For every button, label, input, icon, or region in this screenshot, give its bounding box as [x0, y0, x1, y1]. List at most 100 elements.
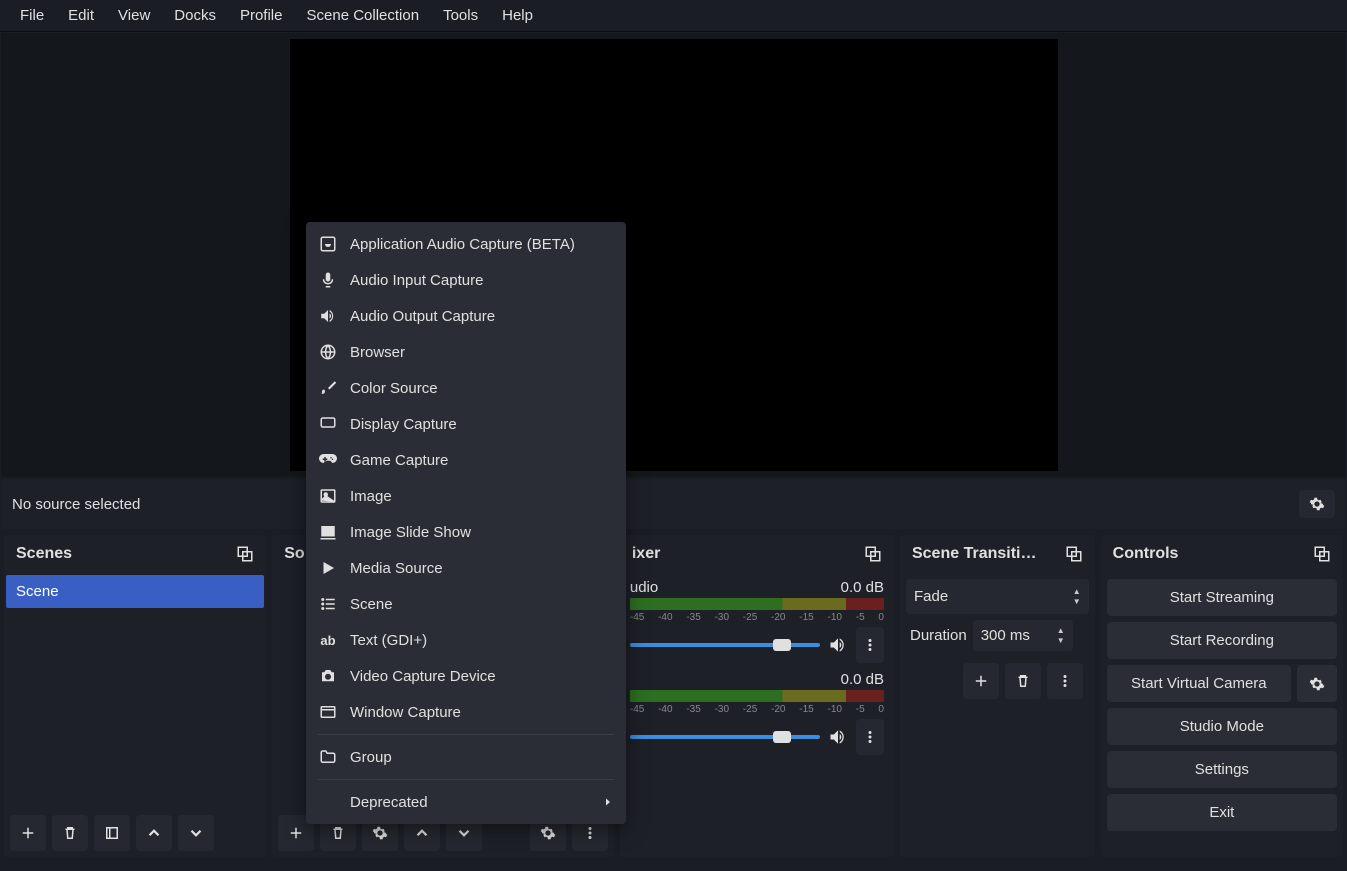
- context-menu-separator: [318, 734, 614, 735]
- scene-filters-button[interactable]: [94, 815, 130, 851]
- ctx-image[interactable]: Image: [306, 478, 626, 514]
- mixer-channel-name: udio: [630, 579, 658, 596]
- mixer-channel: 0.0 dB -45-40-35-30-25-20-15-10-50: [622, 667, 892, 759]
- menu-profile[interactable]: Profile: [228, 3, 295, 28]
- scenes-dock: Scenes Scene: [4, 535, 266, 857]
- ctx-game-capture[interactable]: Game Capture: [306, 442, 626, 478]
- delete-transition-button[interactable]: [1005, 663, 1041, 699]
- menu-docks[interactable]: Docks: [162, 3, 228, 28]
- menu-edit[interactable]: Edit: [56, 3, 106, 28]
- menu-tools[interactable]: Tools: [431, 3, 490, 28]
- scenes-title: Scenes: [16, 545, 236, 563]
- start-streaming-button[interactable]: Start Streaming: [1107, 579, 1337, 616]
- ctx-text-gdi[interactable]: abText (GDI+): [306, 622, 626, 658]
- meter-ticks: -45-40-35-30-25-20-15-10-50: [630, 704, 884, 715]
- transition-select[interactable]: Fade ▲▼: [906, 579, 1089, 614]
- add-source-context-menu: Application Audio Capture (BETA) Audio I…: [306, 222, 626, 824]
- list-icon: [318, 594, 338, 614]
- folder-icon: [318, 747, 338, 767]
- ctx-video-capture-device[interactable]: Video Capture Device: [306, 658, 626, 694]
- duration-input[interactable]: 300 ms ▲▼: [973, 620, 1073, 651]
- transitions-body: Fade ▲▼ Duration 300 ms ▲▼: [900, 573, 1095, 857]
- virtual-camera-settings-button[interactable]: [1297, 665, 1337, 702]
- ctx-scene[interactable]: Scene: [306, 586, 626, 622]
- mixer-title: ixer: [632, 545, 864, 563]
- scenes-list: Scene: [4, 573, 266, 809]
- menu-file[interactable]: File: [8, 3, 56, 28]
- mixer-body: udio 0.0 dB -45-40-35-30-25-20-15-10-50 …: [620, 573, 894, 857]
- select-spinner-icon: ▲▼: [1073, 587, 1081, 606]
- scenes-toolbar: [4, 809, 266, 857]
- preview-area: [1, 33, 1346, 477]
- controls-title: Controls: [1113, 545, 1313, 563]
- monitor-icon: [318, 414, 338, 434]
- transitions-header: Scene Transiti…: [900, 535, 1095, 573]
- scene-move-up-button[interactable]: [136, 815, 172, 851]
- camera-icon: [318, 666, 338, 686]
- gamepad-icon: [318, 450, 338, 470]
- meter-ticks: -45-40-35-30-25-20-15-10-50: [630, 612, 884, 623]
- start-recording-button[interactable]: Start Recording: [1107, 622, 1337, 659]
- globe-icon: [318, 342, 338, 362]
- transition-more-button[interactable]: [1047, 663, 1083, 699]
- exit-button[interactable]: Exit: [1107, 794, 1337, 831]
- ctx-color-source[interactable]: Color Source: [306, 370, 626, 406]
- ctx-deprecated[interactable]: Deprecated: [306, 784, 626, 820]
- start-virtual-camera-button[interactable]: Start Virtual Camera: [1107, 665, 1291, 702]
- slideshow-icon: [318, 522, 338, 542]
- window-icon: [318, 702, 338, 722]
- ctx-window-capture[interactable]: Window Capture: [306, 694, 626, 730]
- popout-icon[interactable]: [236, 545, 254, 563]
- brush-icon: [318, 378, 338, 398]
- ctx-group[interactable]: Group: [306, 739, 626, 775]
- audio-meter: [630, 690, 884, 702]
- empty-icon: [318, 792, 338, 812]
- gear-icon: [1309, 496, 1325, 512]
- popout-icon[interactable]: [1313, 545, 1331, 563]
- controls-header: Controls: [1101, 535, 1343, 573]
- ctx-audio-output-capture[interactable]: Audio Output Capture: [306, 298, 626, 334]
- ctx-image-slideshow[interactable]: Image Slide Show: [306, 514, 626, 550]
- volume-slider[interactable]: [630, 643, 820, 647]
- microphone-icon: [318, 270, 338, 290]
- audio-mixer-dock: ixer udio 0.0 dB -45-40-35-30-25-20-15-1…: [620, 535, 894, 857]
- ctx-audio-input-capture[interactable]: Audio Input Capture: [306, 262, 626, 298]
- controls-body: Start Streaming Start Recording Start Vi…: [1101, 573, 1343, 857]
- delete-scene-button[interactable]: [52, 815, 88, 851]
- scene-move-down-button[interactable]: [178, 815, 214, 851]
- popout-icon[interactable]: [1065, 545, 1083, 563]
- mixer-header: ixer: [620, 535, 894, 573]
- status-bar: No source selected: [2, 479, 1345, 529]
- mixer-channel-db: 0.0 dB: [841, 579, 884, 596]
- context-menu-separator: [318, 779, 614, 780]
- mixer-channel: udio 0.0 dB -45-40-35-30-25-20-15-10-50: [622, 575, 892, 667]
- input-spinner-icon: ▲▼: [1057, 626, 1065, 645]
- text-icon: ab: [318, 630, 338, 650]
- chevron-right-icon: [602, 796, 614, 808]
- ctx-media-source[interactable]: Media Source: [306, 550, 626, 586]
- scene-item[interactable]: Scene: [6, 575, 264, 608]
- volume-slider[interactable]: [630, 735, 820, 739]
- speaker-icon[interactable]: [828, 635, 848, 655]
- studio-mode-button[interactable]: Studio Mode: [1107, 708, 1337, 745]
- menu-help[interactable]: Help: [490, 3, 545, 28]
- popout-icon[interactable]: [864, 545, 882, 563]
- channel-more-button[interactable]: [856, 627, 884, 663]
- transitions-title: Scene Transiti…: [912, 545, 1065, 563]
- menu-view[interactable]: View: [106, 3, 162, 28]
- ctx-application-audio-capture[interactable]: Application Audio Capture (BETA): [306, 226, 626, 262]
- speaker-icon[interactable]: [828, 727, 848, 747]
- play-icon: [318, 558, 338, 578]
- duration-label: Duration: [910, 627, 967, 644]
- add-transition-button[interactable]: [963, 663, 999, 699]
- ctx-display-capture[interactable]: Display Capture: [306, 406, 626, 442]
- docks-container: Scenes Scene So: [0, 531, 1347, 861]
- add-scene-button[interactable]: [10, 815, 46, 851]
- image-icon: [318, 486, 338, 506]
- menu-scene-collection[interactable]: Scene Collection: [295, 3, 432, 28]
- ctx-browser[interactable]: Browser: [306, 334, 626, 370]
- channel-more-button[interactable]: [856, 719, 884, 755]
- controls-dock: Controls Start Streaming Start Recording…: [1101, 535, 1343, 857]
- settings-button[interactable]: Settings: [1107, 751, 1337, 788]
- properties-button[interactable]: [1299, 490, 1335, 518]
